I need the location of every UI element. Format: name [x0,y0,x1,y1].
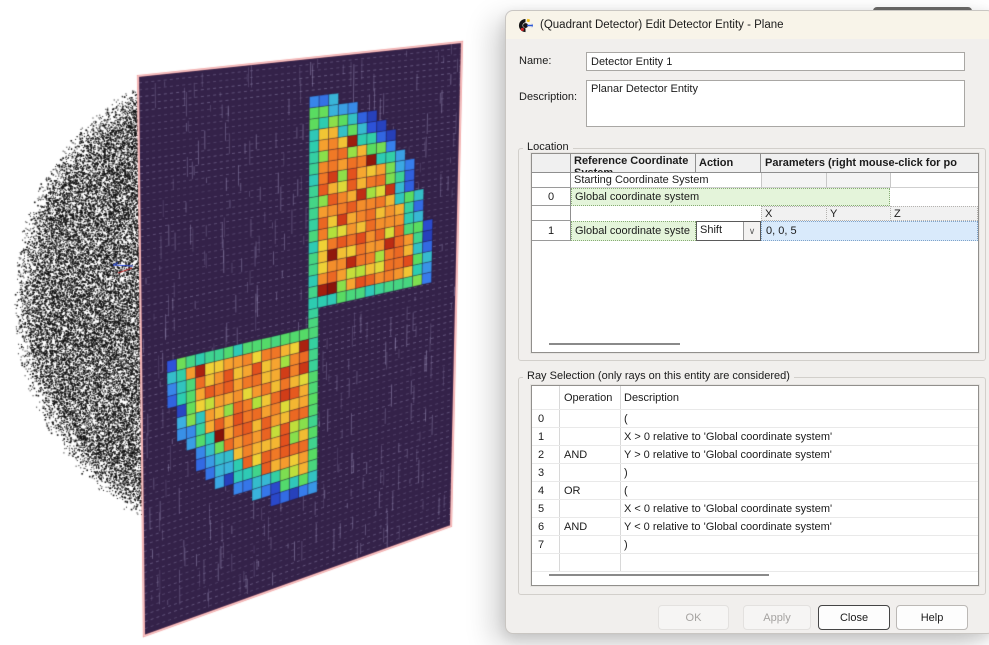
location-header-index [532,154,571,173]
ray-row-divider [532,517,978,518]
name-input[interactable] [586,52,965,71]
ray-row6-index: 6 [538,521,544,533]
location-subheader-z: Z [890,206,978,221]
ray-row-divider [532,571,978,572]
ray-header-description[interactable]: Description [624,392,824,404]
ray-row1-description: X > 0 relative to 'Global coordinate sys… [624,431,974,443]
ray-header-operation[interactable]: Operation [564,392,618,404]
location-table: Reference Coordinate System Action Param… [531,153,979,353]
location-index-spacer [532,173,571,188]
ray-row5-index: 5 [538,503,544,515]
ray-row6-operation: AND [564,521,587,533]
location-row1-action-dropdown[interactable]: Shift ∨ [696,221,761,241]
ray-selection-group-label: Ray Selection (only rays on this entity … [523,370,794,382]
ray-col-divider-2 [620,386,621,571]
name-label: Name: [519,55,551,67]
location-subheader-x: X [761,206,827,221]
apply-button[interactable]: Apply [743,605,811,630]
ray-row-divider [532,445,978,446]
close-button[interactable]: Close [818,605,890,630]
edit-detector-entity-dialog: (Quadrant Detector) Edit Detector Entity… [505,10,989,634]
ray-row4-description: ( [624,485,974,497]
location-scrollbar[interactable] [549,343,680,345]
description-input[interactable]: Planar Detector Entity [586,80,965,127]
ray-row7-index: 7 [538,539,544,551]
ray-row-divider [532,499,978,500]
location-starting-y [826,173,890,188]
ray-row-divider [532,553,978,554]
location-row0-reference[interactable]: Global coordinate system [571,188,890,206]
chevron-down-icon[interactable]: ∨ [743,222,760,240]
location-header-parameters[interactable]: Parameters (right mouse-click for po [761,154,978,173]
ray-selection-table: Operation Description 0 ( 1 X > 0 relati… [531,385,979,586]
location-index-spacer2 [532,206,571,221]
ray-row1-index: 1 [538,431,544,443]
ray-row0-index: 0 [538,413,544,425]
ray-row0-description: ( [624,413,974,425]
location-group-label: Location [523,141,573,153]
location-subheader-y: Y [826,206,891,221]
location-row1-action-value: Shift [697,222,743,240]
ray-row3-index: 3 [538,467,544,479]
detector-3d-viewport[interactable] [0,0,505,645]
screenshot-root: { "window": { "title": "(Quadrant Detect… [0,0,989,645]
help-button[interactable]: Help [896,605,968,630]
dialog-title: (Quadrant Detector) Edit Detector Entity… [540,19,784,31]
dialog-titlebar[interactable]: (Quadrant Detector) Edit Detector Entity… [506,11,989,39]
location-row0-index: 0 [532,188,571,206]
ray-row4-index: 4 [538,485,544,497]
location-starting-x [761,173,826,188]
location-starting-z [890,173,978,188]
location-row1-parameters[interactable]: 0, 0, 5 [761,221,978,241]
ray-row4-operation: OR [564,485,581,497]
ok-button[interactable]: OK [658,605,729,630]
ray-col-divider-1 [559,386,560,571]
ray-header-divider [532,409,978,410]
location-header-action[interactable]: Action [696,154,761,173]
location-starting-row[interactable]: Starting Coordinate System [571,173,761,188]
location-header-reference[interactable]: Reference Coordinate System [571,154,696,173]
ray-row2-index: 2 [538,449,544,461]
ray-row7-description: ) [624,539,974,551]
ray-selection-scrollbar[interactable] [549,574,769,576]
location-row1-index: 1 [532,221,571,241]
location-row1-reference[interactable]: Global coordinate syste [571,221,696,241]
ray-row-divider [532,463,978,464]
description-label: Description: [519,91,577,103]
ray-row6-description: Y < 0 relative to 'Global coordinate sys… [624,521,974,533]
detector-dialog-icon [518,18,533,33]
ray-row5-description: X < 0 relative to 'Global coordinate sys… [624,503,974,515]
ray-row-divider [532,535,978,536]
ray-row2-operation: AND [564,449,587,461]
ray-row-divider [532,481,978,482]
ray-row3-description: ) [624,467,974,479]
ray-row-divider [532,427,978,428]
ray-row2-description: Y > 0 relative to 'Global coordinate sys… [624,449,974,461]
